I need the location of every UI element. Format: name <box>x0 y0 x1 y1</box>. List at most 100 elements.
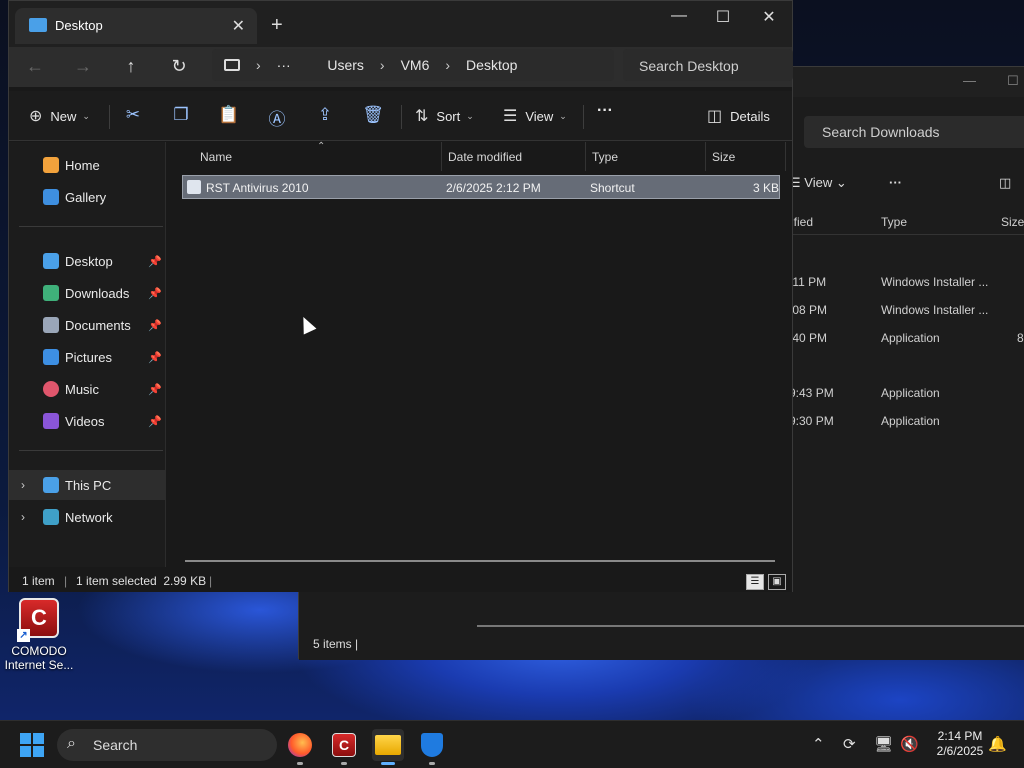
breadcrumb-users[interactable]: Users <box>327 57 364 73</box>
chevron-right-icon[interactable]: › <box>21 510 25 524</box>
column-date[interactable]: ified <box>791 215 813 229</box>
more-options-icon[interactable]: ··· <box>889 175 902 190</box>
chevron-right-icon[interactable]: › <box>445 57 450 73</box>
details-button[interactable]: ◫ Details <box>707 106 770 126</box>
sidebar-item-videos[interactable]: Videos 📌 <box>9 406 166 436</box>
column-size[interactable]: Size <box>1001 215 1024 229</box>
documents-icon <box>43 317 59 333</box>
shortcut-file-icon <box>187 180 201 194</box>
breadcrumb-overflow[interactable]: ··· <box>277 57 291 73</box>
pin-icon[interactable]: 📌 <box>148 415 162 428</box>
command-bar: ⊕ New ⌄ ✂ ❐ 📋 Ⓐ ⇪ 🗑 ⇅ Sort ⌄ ☰ View ⌄ ··· ◫ Det… <box>9 91 792 141</box>
firefox-icon <box>288 733 312 757</box>
tab-title: Desktop <box>55 18 103 33</box>
details-pane-icon[interactable]: ◫ <box>999 175 1011 191</box>
sidebar-item-music[interactable]: Music 📌 <box>9 374 166 404</box>
taskbar-comodo[interactable]: C <box>328 729 360 765</box>
search-input[interactable]: Search Desktop <box>623 49 793 81</box>
plus-icon: ⊕ <box>29 108 43 125</box>
details-view-icon[interactable]: ☰ <box>746 574 764 590</box>
sidebar-item-desktop[interactable]: Desktop 📌 <box>9 246 166 276</box>
view-icon: ☰ <box>503 108 518 125</box>
column-type[interactable]: Type <box>586 142 706 171</box>
refresh-button[interactable]: ↻ <box>167 56 191 77</box>
new-button[interactable]: ⊕ New ⌄ <box>29 106 90 126</box>
downloads-search-input[interactable]: Search Downloads <box>804 116 1024 148</box>
sort-icon: ⇅ <box>415 108 429 125</box>
breadcrumb-vm6[interactable]: VM6 <box>401 57 430 73</box>
pin-icon[interactable]: 📌 <box>148 319 162 332</box>
address-bar[interactable]: › ··· › Users › VM6 › Desktop <box>212 49 614 81</box>
sidebar-item-downloads[interactable]: Downloads 📌 <box>9 278 166 308</box>
file-size: 3 KB <box>753 181 780 195</box>
sort-button[interactable]: ⇅ Sort ⌄ <box>415 106 474 126</box>
notification-bell-icon[interactable]: 🔔 <box>988 735 1007 753</box>
table-row[interactable]: RST Antivirus 2010 2/6/2025 2:12 PM Shor… <box>182 175 780 199</box>
divider: | <box>209 574 213 588</box>
pin-icon[interactable]: 📌 <box>148 287 162 300</box>
pin-icon[interactable]: 📌 <box>148 255 162 268</box>
horizontal-scrollbar[interactable] <box>185 560 775 562</box>
start-button[interactable] <box>20 733 44 757</box>
delete-icon[interactable]: 🗑 <box>361 105 385 125</box>
minimize-icon[interactable]: — <box>963 73 976 88</box>
file-list[interactable]: ⌃ Name Date modified Type Size RST Antiv… <box>167 141 792 567</box>
close-tab-icon[interactable]: ✕ <box>232 16 245 36</box>
comodo-icon: C ↗ <box>17 598 59 642</box>
file-explorer-window[interactable]: Desktop ✕ + — ☐ ✕ ← → ↑ ↻ › ··· › Users … <box>8 0 793 592</box>
status-bar: 1 item | 1 item selected 2.99 KB | ☰ ▣ <box>9 567 792 592</box>
sync-icon[interactable]: ⟳ <box>843 735 856 753</box>
column-type[interactable]: Type <box>881 215 907 229</box>
view-menu[interactable]: ☰ View ⌄ <box>789 175 847 191</box>
downloads-status-bar: 5 items | <box>299 627 1024 660</box>
clock[interactable]: 2:14 PM 2/6/2025 <box>925 729 995 759</box>
sidebar-item-network[interactable]: › Network <box>9 502 166 532</box>
column-size[interactable]: Size <box>706 142 786 171</box>
large-icons-view-icon[interactable]: ▣ <box>768 574 786 590</box>
pin-icon[interactable]: 📌 <box>148 351 162 364</box>
chevron-right-icon: › <box>256 57 261 73</box>
volume-muted-icon[interactable]: 🔇 <box>900 735 919 753</box>
network-icon[interactable]: 🖥 <box>874 735 893 753</box>
more-options-button[interactable]: ··· <box>597 102 613 120</box>
chevron-right-icon[interactable]: › <box>21 478 25 492</box>
forward-button[interactable]: → <box>71 56 95 77</box>
shortcut-arrow-icon: ↗ <box>17 629 30 642</box>
chevron-up-icon[interactable]: ⌃ <box>812 735 825 753</box>
column-date-modified[interactable]: Date modified <box>442 142 586 171</box>
new-tab-button[interactable]: + <box>271 14 283 37</box>
taskbar-file-explorer[interactable] <box>372 729 404 765</box>
sidebar-item-gallery[interactable]: Gallery <box>9 182 166 212</box>
share-icon[interactable]: ⇪ <box>313 105 337 125</box>
paste-icon[interactable]: 📋 <box>217 105 241 125</box>
maximize-icon[interactable]: ☐ <box>1007 73 1019 89</box>
maximize-button[interactable]: ☐ <box>711 7 735 27</box>
this-pc-icon <box>224 59 240 71</box>
column-name[interactable]: Name <box>194 142 442 171</box>
network-icon <box>43 509 59 525</box>
copy-icon[interactable]: ❐ <box>169 105 193 125</box>
desktop-icon-comodo[interactable]: C ↗ COMODO Internet Se... <box>4 598 74 672</box>
navigation-pane: Home Gallery Desktop 📌 Downloads 📌 Documen… <box>9 142 166 567</box>
search-icon: ⌕ <box>67 735 76 752</box>
cut-icon[interactable]: ✂ <box>121 105 145 125</box>
pin-icon[interactable]: 📌 <box>148 383 162 396</box>
taskbar-search[interactable]: ⌕ Search <box>57 729 277 761</box>
up-button[interactable]: ↑ <box>119 56 143 77</box>
sidebar-item-this-pc[interactable]: › This PC <box>9 470 166 500</box>
rename-icon[interactable]: Ⓐ <box>265 105 289 130</box>
taskbar-defender[interactable] <box>416 729 448 765</box>
chevron-right-icon[interactable]: › <box>380 57 385 73</box>
videos-icon <box>43 413 59 429</box>
sidebar-item-pictures[interactable]: Pictures 📌 <box>9 342 166 372</box>
back-button[interactable]: ← <box>23 56 47 77</box>
tab-desktop[interactable]: Desktop ✕ <box>15 8 257 44</box>
sidebar-item-documents[interactable]: Documents 📌 <box>9 310 166 340</box>
minimize-button[interactable]: — <box>667 7 691 25</box>
view-button[interactable]: ☰ View ⌄ <box>503 106 567 126</box>
breadcrumb-desktop[interactable]: Desktop <box>466 57 517 73</box>
sidebar-item-home[interactable]: Home <box>9 150 166 180</box>
taskbar-firefox[interactable] <box>284 729 316 765</box>
close-button[interactable]: ✕ <box>757 7 781 27</box>
item-count: 1 item <box>22 574 55 588</box>
